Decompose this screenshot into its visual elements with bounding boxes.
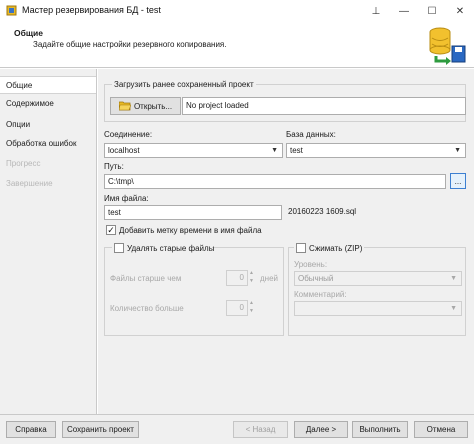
page-subtitle: Задайте общие настройки резервного копир…	[33, 40, 227, 49]
path-label: Путь:	[104, 162, 124, 171]
older-than-unit: дней	[260, 274, 279, 283]
help-button[interactable]: Справка	[6, 421, 56, 438]
open-project-button[interactable]: Открыть...	[110, 97, 181, 115]
sidebar-item-content[interactable]: Содержимое	[0, 95, 96, 113]
close-button[interactable]: ✕	[446, 0, 474, 22]
older-than-input[interactable]: 0	[226, 270, 248, 286]
connection-label: Соединение:	[104, 130, 153, 139]
path-input[interactable]: C:\tmp\	[104, 174, 446, 189]
sidebar-item-error-handling[interactable]: Обработка ошибок	[0, 135, 96, 153]
delete-old-checkbox[interactable]	[114, 243, 124, 253]
comment-label: Комментарий:	[294, 290, 347, 299]
spin-up-icon[interactable]: ▲	[249, 300, 256, 308]
delete-old-label: Удалять старые файлы	[127, 244, 215, 253]
window-title: Мастер резервирования БД - test	[22, 5, 161, 15]
filename-label: Имя файла:	[104, 194, 149, 203]
chevron-down-icon: ▼	[271, 147, 278, 154]
compression-level-value: Обычный	[298, 274, 334, 283]
database-backup-icon	[429, 27, 466, 65]
older-than-label: Файлы старше чем	[110, 274, 182, 283]
app-icon	[6, 5, 17, 16]
chevron-down-icon: ▼	[450, 275, 457, 282]
spin-up-icon[interactable]: ▲	[249, 270, 256, 278]
open-project-label: Открыть...	[133, 101, 173, 111]
compress-checkbox[interactable]	[296, 243, 306, 253]
delete-old-files-group	[104, 247, 284, 336]
sidebar-item-options[interactable]: Опции	[0, 116, 96, 134]
page-title: Общие	[14, 28, 43, 38]
pin-icon[interactable]: ⊥	[362, 0, 390, 22]
connection-select[interactable]: localhost ▼	[104, 143, 283, 158]
spin-down-icon[interactable]: ▼	[249, 278, 256, 286]
comment-select[interactable]: ▼	[294, 301, 462, 316]
count-greater-label: Количество больше	[110, 304, 184, 313]
minimize-button[interactable]: —	[390, 0, 418, 22]
compress-label: Сжимать (ZIP)	[309, 244, 363, 253]
connection-value: localhost	[108, 146, 140, 155]
filename-preview: 20160223 1609.sql	[288, 207, 357, 216]
sidebar-item-general[interactable]: Общие	[0, 76, 96, 94]
cancel-button[interactable]: Отмена	[414, 421, 468, 438]
maximize-button[interactable]: ☐	[418, 0, 446, 22]
compression-level-label: Уровень:	[294, 260, 328, 269]
folder-open-icon	[118, 101, 131, 111]
load-project-group-label: Загрузить ранее сохраненный проект	[112, 80, 256, 89]
chevron-down-icon: ▼	[454, 147, 461, 154]
filename-input[interactable]: test	[104, 205, 282, 220]
chevron-down-icon: ▼	[450, 305, 457, 312]
browse-path-button[interactable]: ...	[450, 173, 466, 189]
title-bar: Мастер резервирования БД - test ⊥ — ☐ ✕	[0, 0, 474, 22]
database-select[interactable]: test ▼	[286, 143, 466, 158]
wizard-steps-sidebar: Общие Содержимое Опции Обработка ошибок …	[0, 69, 97, 414]
compression-level-select[interactable]: Обычный ▼	[294, 271, 462, 286]
count-greater-input[interactable]: 0	[226, 300, 248, 316]
database-label: База данных:	[286, 130, 336, 139]
save-project-button[interactable]: Сохранить проект	[62, 421, 139, 438]
sidebar-item-progress: Прогресс	[6, 159, 41, 168]
sidebar-item-finish: Завершение	[6, 179, 53, 188]
next-button[interactable]: Далее >	[294, 421, 348, 438]
project-status-field: No project loaded	[182, 97, 466, 115]
run-button[interactable]: Выполнить	[352, 421, 408, 438]
timestamp-label: Добавить метку времени в имя файла	[119, 226, 262, 235]
spin-down-icon[interactable]: ▼	[249, 308, 256, 316]
back-button[interactable]: < Назад	[233, 421, 288, 438]
database-value: test	[290, 146, 303, 155]
timestamp-checkbox[interactable]: ✓	[106, 225, 116, 235]
